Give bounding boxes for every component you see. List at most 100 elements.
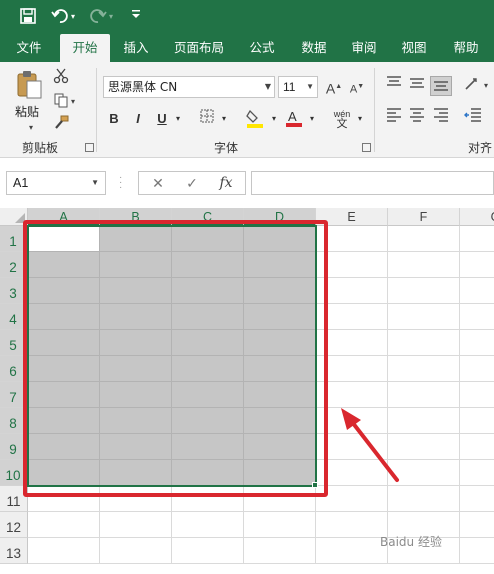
tab-help[interactable]: 帮助 [444,34,488,62]
insert-function-icon[interactable]: fx [209,172,243,194]
borders-dropdown-icon[interactable]: ▾ [218,108,230,130]
column-header-f[interactable]: F [388,208,460,226]
redo-icon[interactable] [88,7,108,27]
font-color-dropdown-icon[interactable]: ▾ [306,108,318,130]
borders-icon[interactable] [196,108,218,130]
cell-g3[interactable] [460,278,494,304]
fill-color-dropdown-icon[interactable]: ▾ [268,108,280,130]
row-header-12[interactable]: 12 [0,512,28,538]
cell-g12[interactable] [460,512,494,538]
orientation-dropdown-icon[interactable]: ▾ [480,76,492,96]
cell-g7[interactable] [460,382,494,408]
worksheet-grid[interactable]: ABCDEFG12345678910111213Baidu 经验 [0,208,494,574]
underline-button[interactable]: U [152,108,172,130]
cell-g2[interactable] [460,252,494,278]
chevron-down-icon: ▼ [91,178,99,187]
cell-f5[interactable] [388,330,460,356]
format-painter-icon[interactable] [50,115,72,135]
font-name-select[interactable]: 思源黑体 CN ▼ [103,76,275,98]
undo-icon[interactable] [50,7,70,27]
italic-button[interactable]: I [128,108,148,130]
cell-b12[interactable] [100,512,172,538]
save-icon[interactable] [18,7,38,27]
tab-review[interactable]: 审阅 [342,34,386,62]
cell-a13[interactable] [28,538,100,564]
paste-dropdown-icon[interactable]: ▾ [20,118,42,138]
chevron-down-icon: ▼ [306,82,314,91]
tab-home[interactable]: 开始 [60,34,110,62]
align-right-icon[interactable] [430,108,452,128]
tab-view[interactable]: 视图 [392,34,436,62]
formula-input[interactable] [251,171,494,195]
column-header-g[interactable]: G [460,208,494,226]
bold-button[interactable]: B [104,108,124,130]
formula-bar-grip-icon[interactable]: · · · [119,173,123,193]
paste-icon[interactable] [15,70,43,100]
grow-font-icon: A [325,80,336,97]
font-size-value: 11 [283,80,296,94]
tab-formulas[interactable]: 公式 [240,34,284,62]
cell-g6[interactable] [460,356,494,382]
font-color-icon[interactable]: A [282,108,306,130]
shrink-font-button[interactable]: A▼ [346,77,368,97]
name-box[interactable]: A1 ▼ [6,171,106,195]
highlight-annotation-box [23,220,328,497]
underline-dropdown-icon[interactable]: ▾ [172,108,184,130]
enter-icon[interactable]: ✓ [175,172,209,194]
tab-file[interactable]: 文件 [6,34,52,62]
ribbon: 粘贴 ▾ ▾ 剪贴板 思源黑体 CN ▼ 11 ▼ A▲ A▼ B I U ▾ … [0,62,494,158]
cell-e12[interactable] [316,512,388,538]
cell-f4[interactable] [388,304,460,330]
row-header-13[interactable]: 13 [0,538,28,564]
copy-dropdown-icon[interactable]: ▾ [68,92,78,112]
svg-text:A: A [288,109,297,124]
phonetic-char: 文 [336,117,348,130]
customize-icon[interactable] [126,7,146,27]
cell-b13[interactable] [100,538,172,564]
cell-f1[interactable] [388,226,460,252]
cell-g8[interactable] [460,408,494,434]
align-left-icon[interactable] [383,108,405,128]
watermark: Baidu 经验 [380,535,442,549]
align-top-icon[interactable] [383,76,405,96]
tab-data[interactable]: 数据 [292,34,336,62]
tab-insert[interactable]: 插入 [114,34,158,62]
cell-f6[interactable] [388,356,460,382]
cancel-icon[interactable]: ✕ [141,172,175,194]
cell-g9[interactable] [460,434,494,460]
cell-e13[interactable] [316,538,388,564]
cell-c12[interactable] [172,512,244,538]
cell-f2[interactable] [388,252,460,278]
alignment-group-label: 对齐 [468,141,493,155]
grow-font-button[interactable]: A▲ [323,77,345,97]
clipboard-launcher-icon[interactable] [85,143,94,152]
font-size-select[interactable]: 11 ▼ [278,76,318,98]
cell-d13[interactable] [244,538,316,564]
cell-g11[interactable] [460,486,494,512]
decrease-indent-icon[interactable] [462,108,484,128]
cell-d12[interactable] [244,512,316,538]
align-bottom-icon[interactable] [430,76,452,96]
phonetic-icon[interactable]: wén 文 [328,108,356,130]
font-launcher-icon[interactable] [362,143,371,152]
redo-dropdown-icon[interactable]: ▾ [106,7,116,27]
tab-page-layout[interactable]: 页面布局 [166,34,232,62]
cell-g1[interactable] [460,226,494,252]
formula-buttons: ✕ ✓ fx [138,171,246,195]
cell-a12[interactable] [28,512,100,538]
cell-g13[interactable] [460,538,494,564]
cut-icon[interactable] [50,68,72,88]
font-group-label: 字体 [214,141,239,155]
ribbon-tabs: 文件 开始 插入 页面布局 公式 数据 审阅 视图 帮助 [0,34,494,62]
cell-g10[interactable] [460,460,494,486]
cell-g4[interactable] [460,304,494,330]
cell-c13[interactable] [172,538,244,564]
align-center-icon[interactable] [406,108,428,128]
align-middle-icon[interactable] [406,76,428,96]
cell-g5[interactable] [460,330,494,356]
ribbon-separator [374,68,375,152]
cell-f3[interactable] [388,278,460,304]
phonetic-dropdown-icon[interactable]: ▾ [354,108,366,130]
undo-dropdown-icon[interactable]: ▾ [68,7,78,27]
fill-color-icon[interactable] [242,108,268,130]
